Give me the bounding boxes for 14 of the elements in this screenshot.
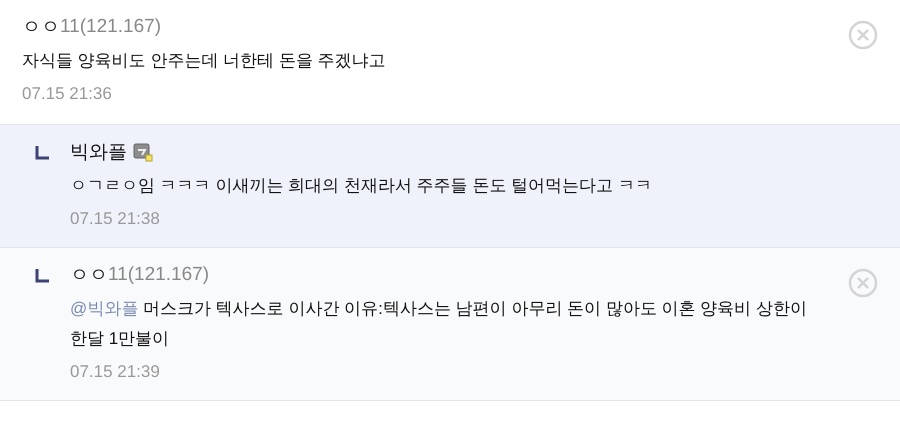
comment-time: 07.15 21:39 bbox=[70, 361, 161, 383]
delete-button[interactable] bbox=[848, 268, 878, 298]
author-name: 빅와플 bbox=[70, 141, 127, 165]
comment-text: ㅇㄱㄹㅇ임 ㅋㅋㅋ 이새끼는 희대의 천재라서 주주들 돈도 털어먹는다고 ㅋㅋ bbox=[70, 175, 653, 197]
comment-time: 07.15 21:38 bbox=[70, 208, 161, 230]
delete-button[interactable] bbox=[848, 20, 878, 50]
comment-time: 07.15 21:36 bbox=[22, 83, 113, 105]
mention-link[interactable]: @빅와플 bbox=[70, 299, 138, 318]
comment-text: @빅와플 머스크가 텍사스로 이사간 이유:텍사스는 남편이 아무리 돈이 많아도 이혼 양육비 상한이 한달 1만불이 bbox=[70, 298, 808, 350]
author-name: ㅇㅇ bbox=[22, 16, 60, 40]
author-name: ㅇㅇ bbox=[70, 264, 108, 288]
author-ip: 11(121.167) bbox=[108, 264, 210, 286]
author-ip: 11(121.167) bbox=[60, 16, 162, 38]
comment-text: 자식들 양육비도 안주는데 너한테 돈을 주겠냐고 bbox=[22, 50, 387, 72]
